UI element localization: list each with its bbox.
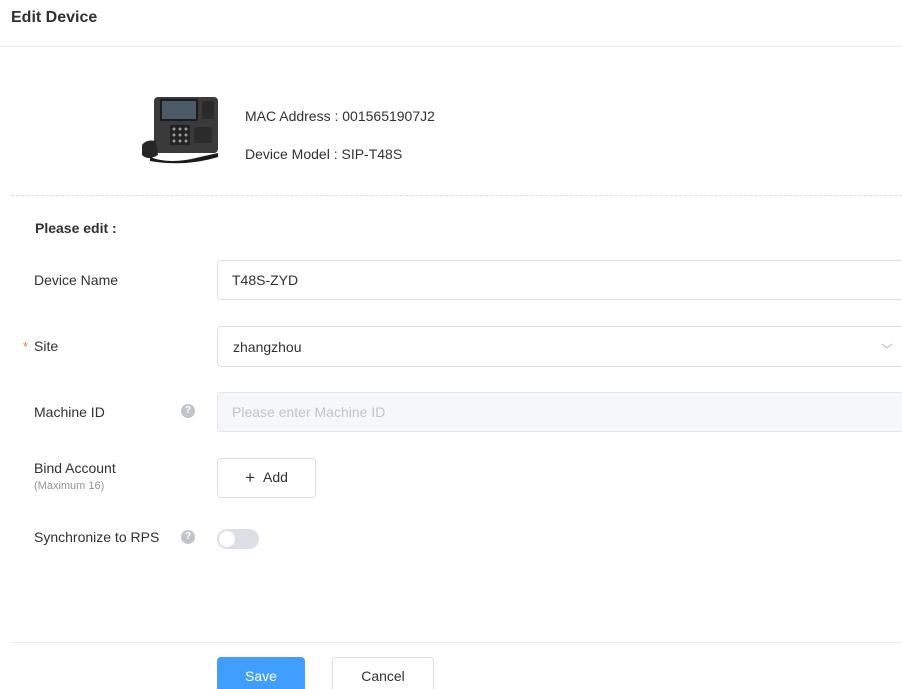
dialog-title: Edit Device bbox=[11, 9, 98, 26]
footer-divider bbox=[11, 642, 902, 643]
edit-device-dialog: Edit Device MAC Address : 0015651907J2 D… bbox=[0, 0, 902, 689]
help-icon[interactable]: ? bbox=[181, 404, 195, 418]
device-model-value: SIP-T48S bbox=[341, 146, 403, 162]
add-account-button[interactable]: + Add bbox=[217, 458, 316, 498]
mac-address-value: 0015651907J2 bbox=[342, 108, 435, 124]
section-divider bbox=[11, 195, 902, 196]
machine-id-input bbox=[217, 392, 902, 432]
mac-address-label: MAC Address : bbox=[245, 108, 339, 124]
bind-account-max-hint: (Maximum 16) bbox=[34, 480, 105, 492]
device-model-label: Device Model : bbox=[245, 146, 338, 162]
device-name-input[interactable] bbox=[217, 260, 902, 300]
device-model-line: Device Model : SIP-T48S bbox=[245, 146, 402, 162]
mac-address-line: MAC Address : 0015651907J2 bbox=[245, 108, 435, 124]
device-info: MAC Address : 0015651907J2 Device Model … bbox=[0, 47, 902, 195]
site-select-value: zhangzhou bbox=[233, 339, 302, 355]
sync-rps-label: Synchronize to RPS bbox=[34, 529, 160, 545]
cancel-button[interactable]: Cancel bbox=[332, 657, 434, 689]
device-name-label: Device Name bbox=[34, 272, 119, 288]
site-label: Site bbox=[34, 338, 59, 354]
chevron-down-icon bbox=[881, 343, 893, 349]
sync-rps-toggle[interactable] bbox=[217, 529, 259, 549]
help-icon[interactable]: ? bbox=[181, 530, 195, 544]
machine-id-label: Machine ID bbox=[34, 404, 105, 420]
site-select[interactable]: zhangzhou bbox=[217, 326, 902, 367]
section-title: Please edit : bbox=[35, 220, 117, 236]
save-button[interactable]: Save bbox=[217, 657, 305, 689]
bind-account-label: Bind Account bbox=[34, 460, 116, 476]
required-indicator: * bbox=[23, 339, 29, 354]
plus-icon: + bbox=[245, 468, 255, 487]
add-account-label: Add bbox=[263, 469, 288, 485]
desk-phone-image bbox=[142, 97, 218, 164]
toggle-knob bbox=[219, 531, 235, 547]
